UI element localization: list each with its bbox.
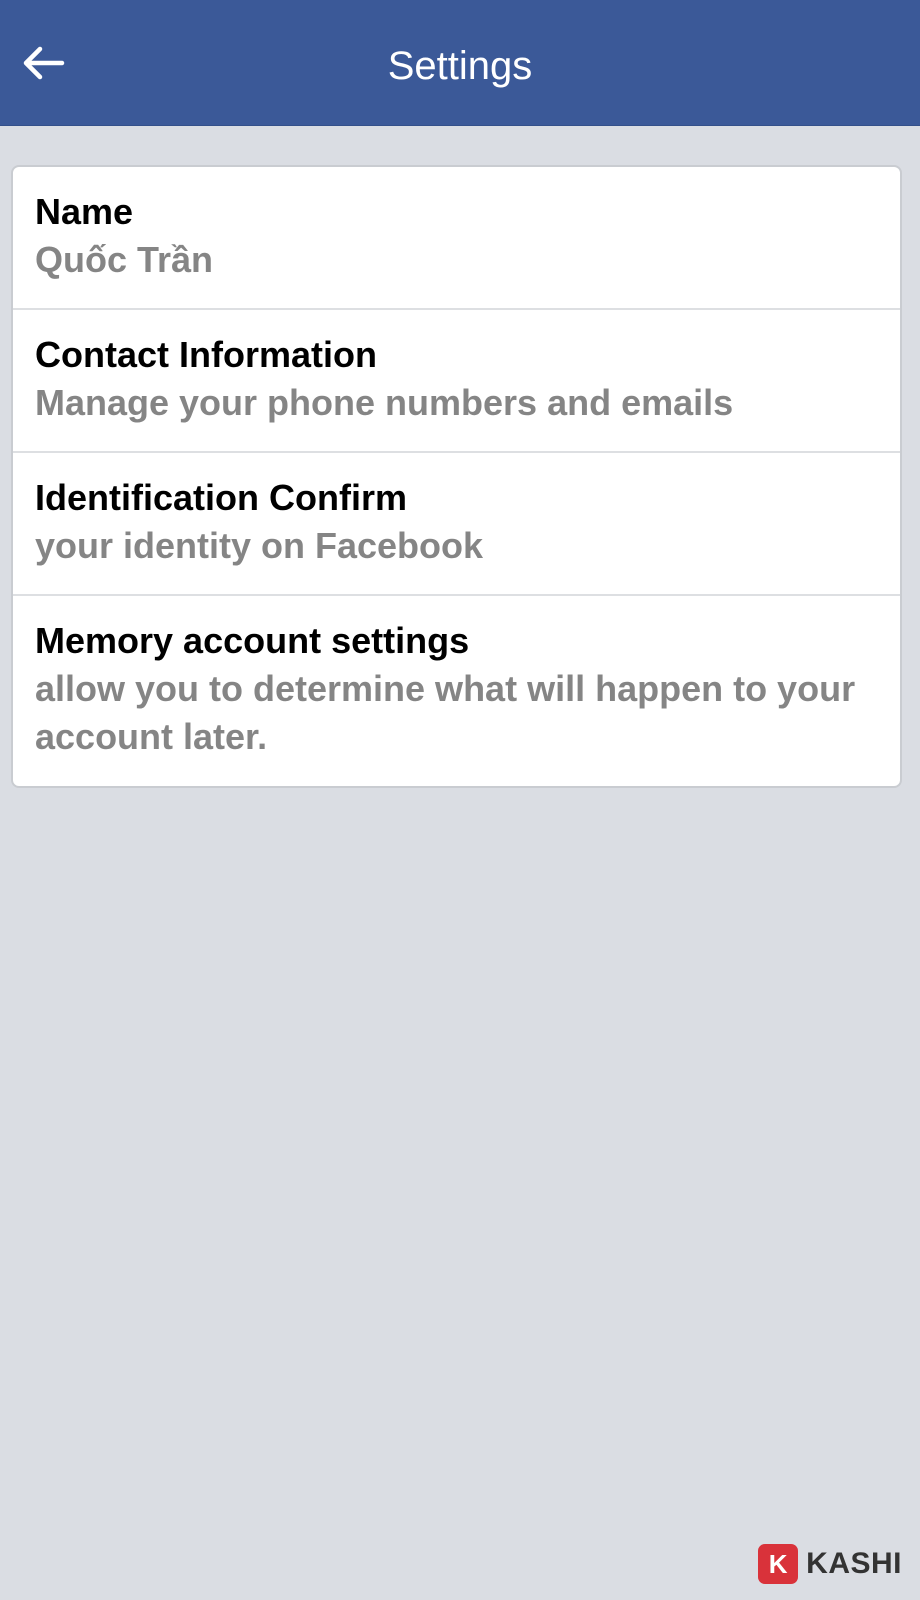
settings-item-title: Identification Confirm: [35, 477, 407, 518]
watermark-text: KASHI: [806, 1547, 902, 1580]
settings-item-title: Memory account settings: [35, 620, 470, 661]
settings-item-subtitle: your identity on Facebook: [35, 525, 484, 566]
watermark-logo: K KASHI: [758, 1544, 902, 1584]
watermark-badge: K: [758, 1544, 799, 1584]
settings-item-subtitle: Manage your phone numbers and emails: [35, 382, 734, 423]
settings-item-title: Name: [35, 191, 134, 232]
settings-list: Name Quốc Trần Contact Information Manag…: [11, 165, 902, 788]
settings-item-subtitle: allow you to determine what will happen …: [35, 668, 856, 757]
settings-item-title: Contact Information: [35, 334, 377, 375]
settings-item-subtitle: Quốc Trần: [35, 239, 214, 280]
settings-item-name[interactable]: Name Quốc Trần: [13, 167, 900, 310]
settings-item-memory-account[interactable]: Memory account settings allow you to det…: [13, 596, 900, 786]
app-bar: Settings: [0, 0, 920, 126]
settings-item-contact-information[interactable]: Contact Information Manage your phone nu…: [13, 310, 900, 453]
page-title: Settings: [387, 44, 533, 88]
settings-item-identification-confirm[interactable]: Identification Confirm your identity on …: [13, 453, 900, 596]
